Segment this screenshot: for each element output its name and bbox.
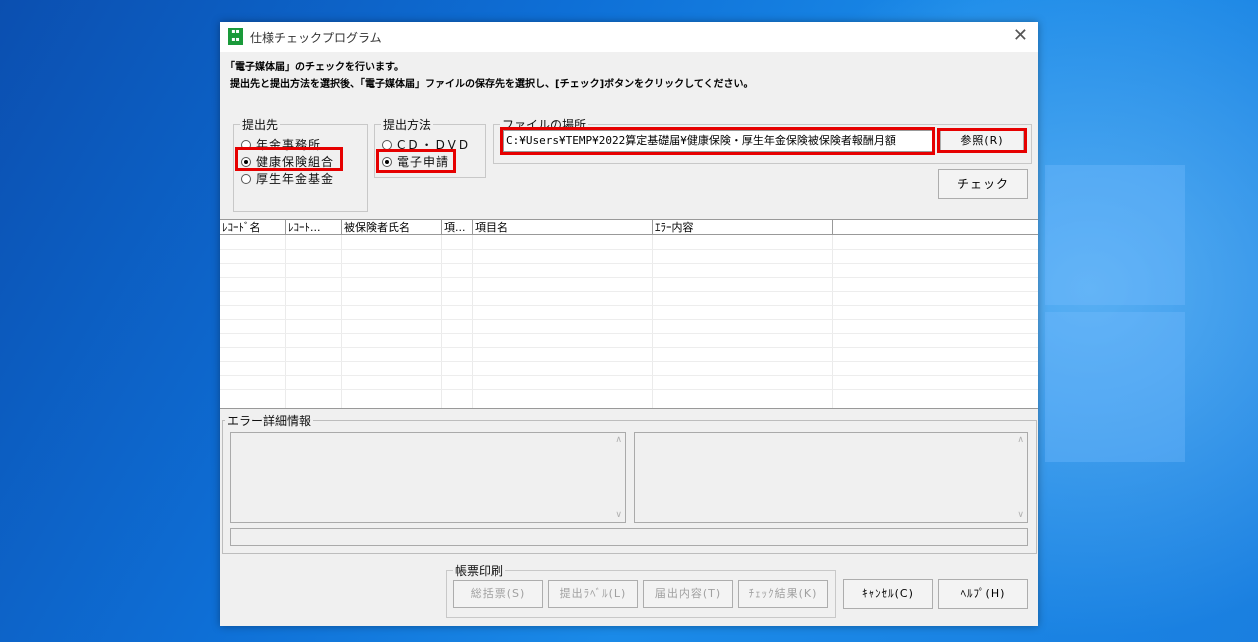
- grid-col-line: [341, 235, 342, 408]
- highlight-kenko-hoken-kumiai: [235, 147, 343, 171]
- submit-label-button[interactable]: 提出ﾗﾍﾞﾙ(L): [548, 580, 638, 608]
- radio-kosei-nenkin-kikin[interactable]: 厚生年金基金: [241, 170, 334, 187]
- grid-row-line: [220, 389, 1038, 390]
- close-icon[interactable]: ✕: [1013, 25, 1028, 46]
- summary-sheet-button[interactable]: 総括票(S): [453, 580, 543, 608]
- grid-col-line: [652, 235, 653, 408]
- grid-header-record-name[interactable]: ﾚｺｰﾄﾞ名: [220, 220, 286, 235]
- grid-col-line: [832, 235, 833, 408]
- grid-header-item-name[interactable]: 項目名: [473, 220, 653, 235]
- grid-row-line: [220, 361, 1038, 362]
- grid-row-line: [220, 333, 1038, 334]
- grid-col-line: [441, 235, 442, 408]
- scroll-up-icon[interactable]: ∧: [1017, 435, 1024, 445]
- scroll-down-icon[interactable]: ∨: [615, 510, 622, 520]
- highlight-browse-button: [937, 128, 1027, 153]
- radio-dot: [382, 139, 392, 150]
- desktop-window-logo-pane: [1045, 312, 1185, 462]
- grid-row-line: [220, 263, 1038, 264]
- scroll-up-icon[interactable]: ∧: [615, 435, 622, 445]
- radio-dot: [241, 173, 251, 184]
- cancel-button[interactable]: ｷｬﾝｾﾙ(C): [843, 579, 933, 609]
- app-icon: ▪▪ ▪▪: [228, 28, 243, 45]
- grid-header-insured-name[interactable]: 被保険者氏名: [342, 220, 442, 235]
- app-window: ▪▪ ▪▪ 仕様チェックプログラム ✕ 「電子媒体届」のチェックを行います。 提出…: [220, 22, 1038, 626]
- error-detail-left-box[interactable]: ∧ ∨: [230, 432, 626, 523]
- error-detail-legend: エラー詳細情報: [225, 412, 314, 429]
- method-legend: 提出方法: [381, 116, 434, 133]
- help-button[interactable]: ﾍﾙﾌﾟ(H): [938, 579, 1028, 609]
- title-bar: ▪▪ ▪▪ 仕様チェックプログラム ✕: [220, 22, 1038, 52]
- grid-row-line: [220, 305, 1038, 306]
- error-detail-right-box[interactable]: ∧ ∨: [634, 432, 1028, 523]
- intro-line-2: 提出先と提出方法を選択後、「電子媒体届」ファイルの保存先を選択し、[チェック]ボ…: [230, 79, 754, 90]
- grid-header-item-no[interactable]: 項...: [442, 220, 473, 235]
- grid-header-record-no[interactable]: ﾚｺｰﾄ...: [286, 220, 342, 235]
- highlight-denshi-shinsei: [376, 149, 456, 173]
- report-content-button[interactable]: 届出内容(T): [643, 580, 733, 608]
- grid-row-line: [220, 375, 1038, 376]
- check-button[interactable]: チェック: [938, 169, 1028, 199]
- grid-row-line: [220, 291, 1038, 292]
- scroll-down-icon[interactable]: ∨: [1017, 510, 1024, 520]
- radio-label: 厚生年金基金: [256, 172, 335, 186]
- grid-row-line: [220, 249, 1038, 250]
- grid-row-line: [220, 277, 1038, 278]
- desktop-window-logo-pane: [1045, 165, 1185, 305]
- grid-col-line: [285, 235, 286, 408]
- print-legend: 帳票印刷: [453, 562, 506, 579]
- intro-line-1: 「電子媒体届」のチェックを行います。: [225, 62, 404, 73]
- error-status-field[interactable]: [230, 528, 1028, 546]
- highlight-file-path: [500, 127, 935, 155]
- check-result-button[interactable]: ﾁｪｯｸ結果(K): [738, 580, 828, 608]
- submit-to-legend: 提出先: [240, 116, 281, 133]
- grid-header-blank: [833, 220, 1038, 235]
- result-grid[interactable]: ﾚｺｰﾄﾞ名 ﾚｺｰﾄ... 被保険者氏名 項... 項目名 ｴﾗｰ内容: [220, 219, 1038, 409]
- grid-row-line: [220, 319, 1038, 320]
- grid-row-line: [220, 347, 1038, 348]
- grid-header-error-content[interactable]: ｴﾗｰ内容: [653, 220, 833, 235]
- window-title: 仕様チェックプログラム: [250, 31, 382, 45]
- grid-col-line: [472, 235, 473, 408]
